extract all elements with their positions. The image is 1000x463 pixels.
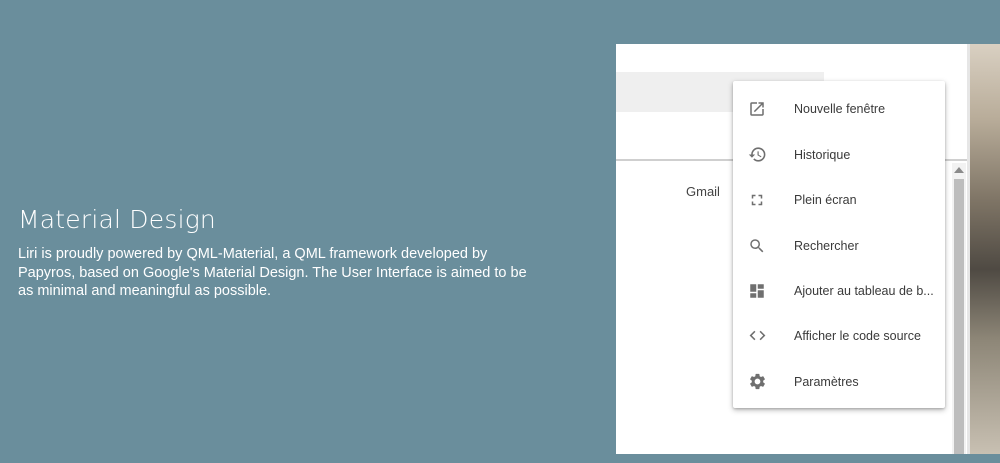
menu-item-label: Paramètres [794,374,859,389]
menu-item-fullscreen[interactable]: Plein écran [733,177,945,222]
fullscreen-icon [747,190,767,210]
menu-item-label: Ajouter au tableau de b... [794,283,934,298]
overflow-menu: Nouvelle fenêtre Historique Plein écran … [733,81,945,408]
settings-icon [747,372,767,392]
code-icon [747,326,767,346]
search-icon [747,236,767,256]
menu-item-label: Rechercher [794,238,859,253]
menu-item-new-window[interactable]: Nouvelle fenêtre [733,86,945,131]
gmail-link[interactable]: Gmail [686,184,720,199]
hero-title: Material Design [18,205,216,234]
hero-section: Material Design Liri is proudly powered … [18,204,538,301]
menu-item-label: Nouvelle fenêtre [794,101,886,116]
scrollbar[interactable] [952,163,966,454]
scroll-up-icon[interactable] [954,167,964,173]
menu-item-history[interactable]: Historique [733,132,945,177]
wallpaper-image [970,44,1000,454]
menu-item-label: Plein écran [794,192,857,207]
menu-item-search[interactable]: Rechercher [733,223,945,268]
menu-item-add-to-dashboard[interactable]: Ajouter au tableau de b... [733,268,945,313]
menu-item-settings[interactable]: Paramètres [733,359,945,404]
hero-description: Liri is proudly powered by QML-Material,… [18,246,527,299]
scrollbar-thumb[interactable] [954,179,964,454]
menu-item-view-source[interactable]: Afficher le code source [733,313,945,358]
history-icon [747,145,767,165]
open-in-new-icon [747,99,767,119]
dashboard-icon [747,281,767,301]
menu-item-label: Afficher le code source [794,328,921,343]
menu-item-label: Historique [794,147,851,162]
